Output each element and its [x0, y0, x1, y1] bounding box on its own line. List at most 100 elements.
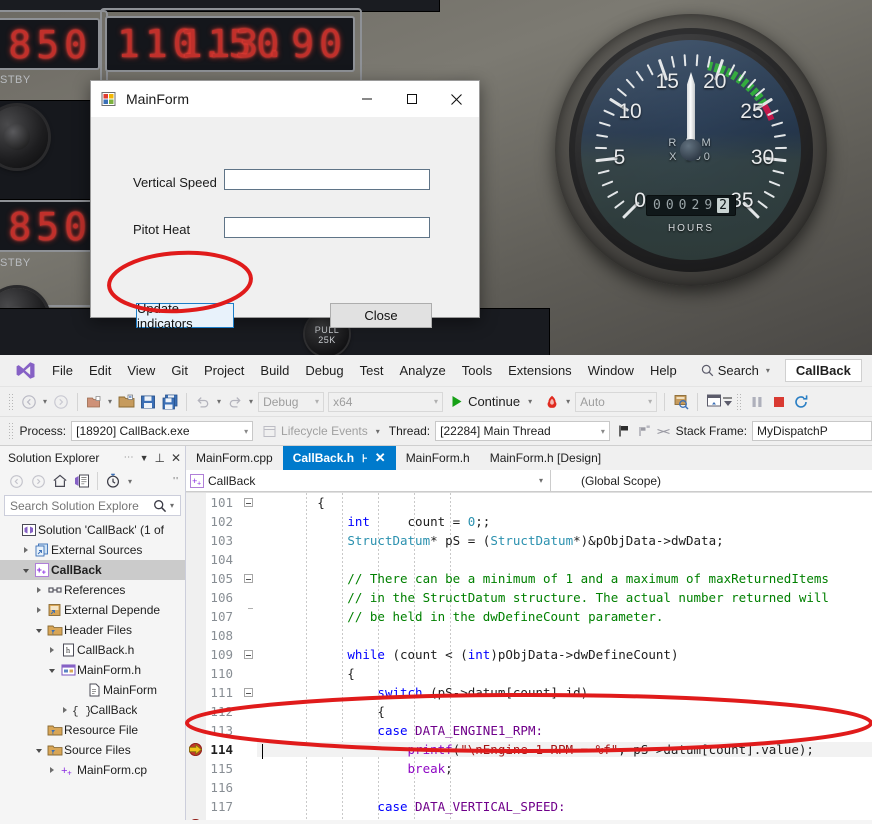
- outlining-margin[interactable]: [239, 650, 257, 659]
- pitot-heat-input[interactable]: [224, 217, 430, 238]
- code-text[interactable]: switch (pS->datum[count].id): [257, 685, 872, 700]
- window-layout-icon[interactable]: [703, 391, 725, 413]
- overflow-icon[interactable]: '': [173, 476, 179, 487]
- tree-item-mainform-h[interactable]: MainForm.h: [0, 660, 185, 680]
- code-line-105[interactable]: 105 // There can be a minimum of 1 and a…: [186, 569, 872, 588]
- menu-project[interactable]: Project: [196, 355, 252, 387]
- code-line-106[interactable]: 106 // in the StructDatum structure. The…: [186, 588, 872, 607]
- code-line-104[interactable]: 104: [186, 550, 872, 569]
- breakpoint-icon[interactable]: [189, 819, 202, 820]
- glyph-margin[interactable]: [186, 645, 206, 664]
- navbar-project-combo[interactable]: + + CallBack ▾: [186, 470, 551, 492]
- menu-analyze[interactable]: Analyze: [391, 355, 453, 387]
- solution-explorer-search[interactable]: ▾: [4, 495, 181, 516]
- code-text[interactable]: // be held in the dwDefineCount paramete…: [257, 609, 872, 624]
- menu-tools[interactable]: Tools: [454, 355, 500, 387]
- code-line-113[interactable]: 113 case DATA_ENGINE1_RPM:: [186, 721, 872, 740]
- flag-all-icon[interactable]: [634, 420, 654, 442]
- account-badge[interactable]: CallBack: [785, 359, 862, 382]
- menu-window[interactable]: Window: [580, 355, 642, 387]
- pin-icon[interactable]: ⊥: [154, 451, 164, 465]
- code-line-112[interactable]: 112 {: [186, 702, 872, 721]
- stop-debugging-icon[interactable]: [768, 391, 790, 413]
- code-editor[interactable]: 101 {102 int count = 0;;103 StructDatum*…: [186, 493, 872, 820]
- tree-item-external-depende[interactable]: External Depende: [0, 600, 185, 620]
- new-project-icon[interactable]: [83, 391, 105, 413]
- redo-icon[interactable]: [224, 391, 246, 413]
- chevron-down-icon[interactable]: [32, 627, 46, 633]
- undo-icon[interactable]: [192, 391, 214, 413]
- menu-file[interactable]: File: [44, 355, 81, 387]
- chevron-down-icon[interactable]: ▾: [214, 397, 224, 406]
- home-icon[interactable]: [50, 471, 70, 491]
- forward-icon[interactable]: [28, 471, 48, 491]
- chevron-right-icon[interactable]: [58, 707, 72, 713]
- code-text[interactable]: break;: [257, 761, 872, 776]
- auto-combo[interactable]: Auto ▾: [575, 392, 657, 412]
- search-icon[interactable]: [153, 499, 167, 513]
- tree-item-references[interactable]: References: [0, 580, 185, 600]
- menu-git[interactable]: Git: [163, 355, 196, 387]
- tree-item-mainform-cp[interactable]: ++MainForm.cp: [0, 760, 185, 780]
- code-line-115[interactable]: 115 break;: [186, 759, 872, 778]
- close-icon[interactable]: ✕: [375, 450, 386, 466]
- outlining-margin[interactable]: [239, 574, 257, 583]
- menu-extensions[interactable]: Extensions: [500, 355, 580, 387]
- collapse-icon[interactable]: [244, 650, 253, 659]
- glyph-margin[interactable]: [186, 683, 206, 702]
- save-icon[interactable]: [137, 391, 159, 413]
- break-all-icon[interactable]: [746, 391, 768, 413]
- open-file-icon[interactable]: [115, 391, 137, 413]
- stack-frame-combo[interactable]: MyDispatchP: [752, 421, 872, 441]
- code-line-102[interactable]: 102 int count = 0;;: [186, 512, 872, 531]
- glyph-margin[interactable]: [186, 816, 206, 820]
- code-line-107[interactable]: 107 // be held in the dwDefineCount para…: [186, 607, 872, 626]
- thread-combo[interactable]: [22284] Main Thread ▾: [435, 421, 610, 441]
- attach-to-process-icon[interactable]: [670, 391, 692, 413]
- hot-reload-icon[interactable]: [541, 391, 563, 413]
- chevron-down-icon[interactable]: [32, 747, 46, 753]
- tree-item-header-files[interactable]: Header Files: [0, 620, 185, 640]
- close-icon[interactable]: [434, 81, 479, 117]
- outlining-margin[interactable]: [239, 688, 257, 697]
- mainform-window[interactable]: MainForm Vertical Speed Pitot Heat Updat…: [90, 80, 480, 318]
- code-text[interactable]: while (count < (int)pObjData->dwDefineCo…: [257, 647, 872, 662]
- restart-icon[interactable]: [790, 391, 812, 413]
- toolbar-grip[interactable]: [8, 393, 14, 411]
- code-text[interactable]: // in the StructDatum structure. The act…: [257, 590, 872, 605]
- tab-mainform-h[interactable]: MainForm.h: [396, 446, 480, 470]
- menu-build[interactable]: Build: [252, 355, 297, 387]
- minimize-icon[interactable]: [344, 81, 389, 117]
- glyph-margin[interactable]: [186, 664, 206, 683]
- overflow-icon[interactable]: ⋯: [124, 452, 134, 463]
- navigate-forward-icon[interactable]: [50, 391, 72, 413]
- glyph-margin[interactable]: [186, 740, 206, 759]
- update-indicators-button[interactable]: Update indicators: [136, 303, 234, 328]
- collapse-icon[interactable]: [244, 574, 253, 583]
- navigate-back-icon[interactable]: [18, 391, 40, 413]
- tree-item-callback[interactable]: { }CallBack: [0, 700, 185, 720]
- code-line-117[interactable]: 117 case DATA_VERTICAL_SPEED:: [186, 797, 872, 816]
- collapse-icon[interactable]: [244, 688, 253, 697]
- chevron-right-icon[interactable]: [45, 647, 59, 653]
- chevron-down-icon[interactable]: ▾: [40, 397, 50, 406]
- chevron-down-icon[interactable]: ▾: [105, 397, 115, 406]
- code-line-116[interactable]: 116: [186, 778, 872, 797]
- chevron-down-icon[interactable]: ▾: [167, 501, 177, 510]
- tree-item-solution-callback-1-of[interactable]: Solution 'CallBack' (1 of: [0, 520, 185, 540]
- outlining-margin[interactable]: [239, 498, 257, 507]
- tree-item-resource-file[interactable]: Resource File: [0, 720, 185, 740]
- code-text[interactable]: case DATA_ENGINE1_RPM:: [257, 723, 872, 738]
- tree-item-source-files[interactable]: Source Files: [0, 740, 185, 760]
- vertical-speed-input[interactable]: [224, 169, 430, 190]
- close-icon[interactable]: ✕: [171, 451, 181, 465]
- code-text[interactable]: case DATA_VERTICAL_SPEED:: [257, 799, 872, 814]
- maximize-icon[interactable]: [389, 81, 434, 117]
- layout-dropdown[interactable]: [723, 397, 732, 406]
- pending-changes-icon[interactable]: [103, 471, 123, 491]
- menu-test[interactable]: Test: [352, 355, 392, 387]
- code-text[interactable]: {: [257, 704, 872, 719]
- menu-debug[interactable]: Debug: [297, 355, 351, 387]
- menu-edit[interactable]: Edit: [81, 355, 119, 387]
- code-line-103[interactable]: 103 StructDatum* pS = (StructDatum*)&pOb…: [186, 531, 872, 550]
